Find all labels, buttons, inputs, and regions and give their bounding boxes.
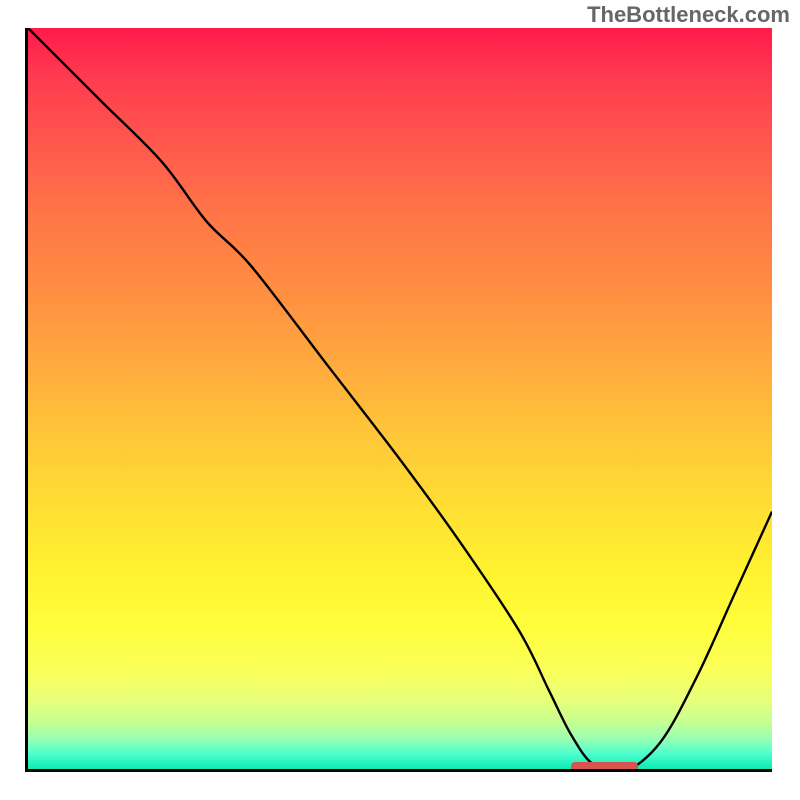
chart-container: TheBottleneck.com	[0, 0, 800, 800]
watermark-text: TheBottleneck.com	[587, 2, 790, 28]
curve-svg	[28, 28, 772, 772]
plot-area	[28, 28, 772, 772]
bottleneck-curve	[28, 28, 772, 772]
y-axis	[25, 28, 28, 772]
x-axis	[28, 769, 772, 772]
